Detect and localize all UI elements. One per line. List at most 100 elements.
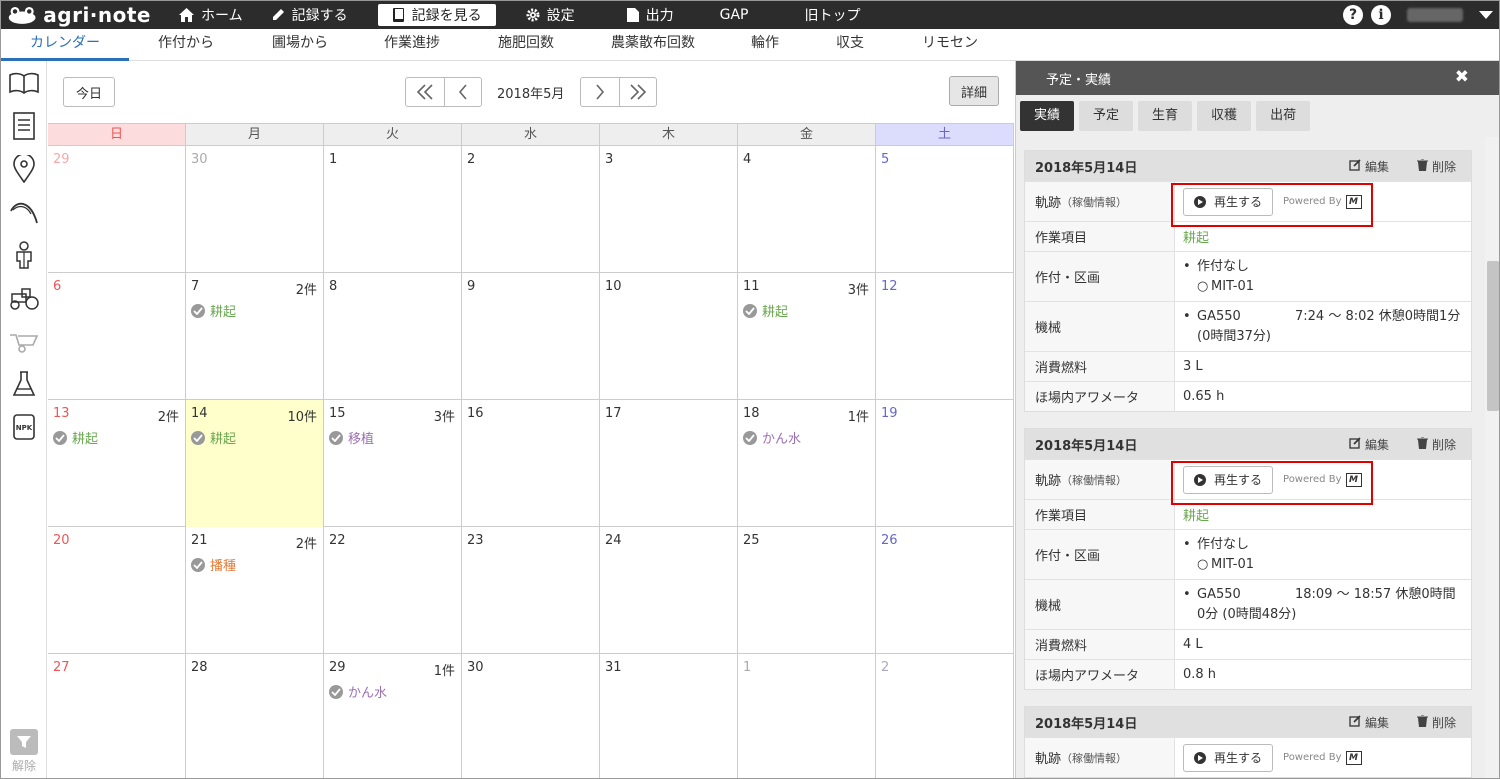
prev-month-button[interactable] (444, 77, 482, 107)
calendar-day-cell[interactable]: 15 3件 移植 (324, 400, 462, 527)
calendar-day-cell[interactable]: 10 (600, 273, 738, 400)
delete-button[interactable]: 削除 (1417, 436, 1456, 453)
info-icon[interactable]: i (1371, 5, 1391, 25)
close-icon[interactable]: ✖ (1455, 67, 1469, 87)
play-button[interactable]: 再生する (1183, 743, 1274, 772)
calendar-event[interactable]: 耕起 (191, 428, 318, 447)
user-name-blurred[interactable] (1407, 8, 1463, 22)
subtab-remote-sensing[interactable]: リモセン (891, 29, 1009, 61)
sidebar-item-diary[interactable] (1, 61, 47, 104)
calendar-event[interactable]: 移植 (329, 428, 456, 447)
panel-tab-3[interactable]: 収穫 (1197, 101, 1252, 131)
calendar-day-cell[interactable]: 26 (876, 527, 1014, 654)
subtab-pesticide-count[interactable]: 農薬散布回数 (585, 29, 721, 61)
nav-output[interactable]: 出力 (613, 4, 688, 26)
panel-tab-4[interactable]: 出荷 (1256, 101, 1311, 131)
calendar-day-cell[interactable]: 17 (600, 400, 738, 527)
calendar-day-cell[interactable]: 2 (876, 654, 1014, 778)
calendar-day-cell[interactable]: 1 (324, 146, 462, 273)
nav-output-label: 出力 (645, 8, 674, 24)
calendar-day-cell[interactable]: 19 (876, 400, 1014, 527)
edit-button[interactable]: 編集 (1349, 714, 1389, 731)
calendar-day-cell[interactable]: 18 1件 かん水 (738, 400, 876, 527)
calendar-day-cell[interactable]: 29 (48, 146, 186, 273)
edit-button[interactable]: 編集 (1349, 158, 1389, 175)
subtab-calendar[interactable]: カレンダー (1, 29, 129, 61)
edit-button[interactable]: 編集 (1349, 436, 1389, 453)
panel-tab-0[interactable]: 実績 (1020, 101, 1075, 131)
calendar-day-cell[interactable]: 25 (738, 527, 876, 654)
calendar-event[interactable]: かん水 (743, 428, 870, 447)
sidebar-item-work[interactable] (1, 190, 47, 233)
calendar-day-cell[interactable]: 7 2件 耕起 (186, 273, 324, 400)
logo[interactable]: agri·note (1, 3, 151, 27)
prev-year-button[interactable] (405, 77, 445, 107)
calendar-day-cell[interactable]: 14 10件 耕起 (186, 400, 324, 527)
detail-button[interactable]: 詳細 (949, 76, 999, 106)
nav-settings[interactable]: 設定 (512, 4, 589, 26)
calendar-day-cell[interactable]: 5 (876, 146, 1014, 273)
calendar-day-cell[interactable]: 3 (600, 146, 738, 273)
help-icon[interactable]: ? (1343, 5, 1363, 25)
calendar-day-cell[interactable]: 24 (600, 527, 738, 654)
calendar-day-cell[interactable]: 30 (186, 146, 324, 273)
subtab-rotation[interactable]: 輪作 (721, 29, 809, 61)
panel-tab-2[interactable]: 生育 (1138, 101, 1193, 131)
sidebar-item-map[interactable] (1, 147, 47, 190)
subtab-by-crop[interactable]: 作付から (129, 29, 243, 61)
calendar-day-cell[interactable]: 13 2件 耕起 (48, 400, 186, 527)
calendar-event[interactable]: 耕起 (743, 301, 870, 320)
calendar-day-cell[interactable]: 8 (324, 273, 462, 400)
calendar-event[interactable]: 耕起 (191, 301, 318, 320)
calendar-event[interactable]: 播種 (191, 555, 318, 574)
calendar-day-cell[interactable]: 30 (462, 654, 600, 778)
calendar-event[interactable]: 耕起 (53, 428, 180, 447)
nav-gap[interactable]: GAP (706, 4, 763, 26)
calendar-day-cell[interactable]: 16 (462, 400, 600, 527)
sidebar-item-machine[interactable] (1, 276, 47, 319)
nav-old-top[interactable]: 旧トップ (790, 4, 874, 26)
panel-tab-1[interactable]: 予定 (1079, 101, 1134, 131)
delete-button[interactable]: 削除 (1417, 714, 1456, 731)
nav-record-label: 記録する (291, 8, 348, 24)
calendar-day-cell[interactable]: 1 (738, 654, 876, 778)
calendar-day-cell[interactable]: 4 (738, 146, 876, 273)
calendar-day-cell[interactable]: 2 (462, 146, 600, 273)
next-month-button[interactable] (580, 77, 620, 107)
sidebar-item-material[interactable] (1, 319, 47, 362)
calendar-day-cell[interactable]: 29 1件 かん水 (324, 654, 462, 778)
event-count: 3件 (433, 410, 455, 425)
nav-record[interactable]: 記録する (257, 4, 362, 26)
next-year-button[interactable] (619, 77, 657, 107)
user-menu-caret-icon[interactable] (1479, 11, 1493, 19)
sickle-icon (10, 202, 38, 223)
calendar-day-cell[interactable]: 12 (876, 273, 1014, 400)
today-button[interactable]: 今日 (63, 77, 115, 107)
sub-tabs: カレンダー 作付から 圃場から 作業進捗 施肥回数 農薬散布回数 輪作 収支 リ… (1, 29, 1499, 61)
panel-scrollbar[interactable] (1485, 137, 1499, 778)
calendar-day-cell[interactable]: 6 (48, 273, 186, 400)
subtab-balance[interactable]: 収支 (809, 29, 891, 61)
sidebar-filter-clear[interactable]: 解除 (1, 729, 47, 774)
calendar-day-cell[interactable]: 9 (462, 273, 600, 400)
calendar-day-cell[interactable]: 27 (48, 654, 186, 778)
calendar-day-cell[interactable]: 20 (48, 527, 186, 654)
calendar-day-cell[interactable]: 23 (462, 527, 600, 654)
calendar-day-cell[interactable]: 28 (186, 654, 324, 778)
sidebar-item-fertilizer[interactable]: NPK (1, 405, 47, 448)
calendar-event[interactable]: かん水 (329, 682, 456, 701)
sidebar-item-worker[interactable] (1, 233, 47, 276)
scrollbar-thumb[interactable] (1487, 261, 1499, 411)
sidebar-item-list[interactable] (1, 104, 47, 147)
calendar-day-cell[interactable]: 22 (324, 527, 462, 654)
subtab-progress[interactable]: 作業進捗 (357, 29, 467, 61)
calendar-day-cell[interactable]: 11 3件 耕起 (738, 273, 876, 400)
subtab-fertilize-count[interactable]: 施肥回数 (467, 29, 585, 61)
delete-button[interactable]: 削除 (1417, 158, 1456, 175)
nav-home[interactable]: ホーム (165, 4, 257, 26)
nav-view-records[interactable]: 記録を見る (377, 4, 496, 26)
calendar-day-cell[interactable]: 31 (600, 654, 738, 778)
sidebar-item-pesticide[interactable] (1, 362, 47, 405)
subtab-by-field[interactable]: 圃場から (243, 29, 357, 61)
calendar-day-cell[interactable]: 21 2件 播種 (186, 527, 324, 654)
